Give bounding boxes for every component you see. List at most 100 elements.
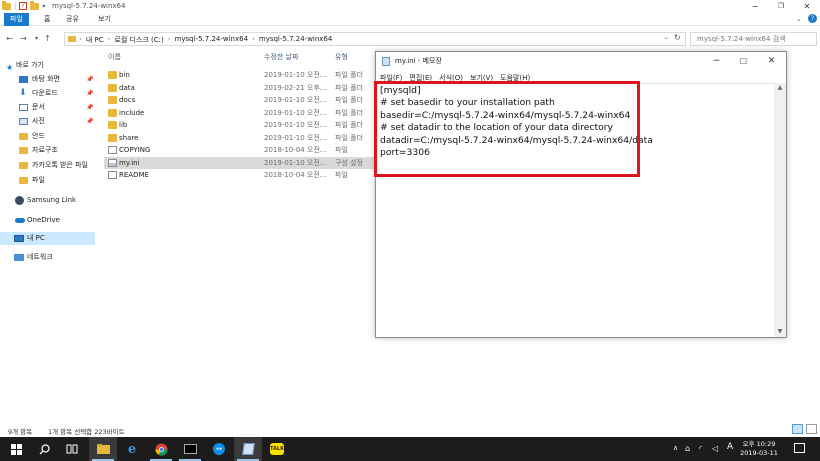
nav-item-desktop[interactable]: 바탕 화면 📌 — [0, 73, 95, 86]
file-row[interactable]: share 2019-01-10 오전... 파일 폴더 — [104, 132, 374, 144]
nav-item-samsung-link[interactable]: Samsung Link — [0, 194, 95, 207]
forward-button[interactable]: → — [18, 32, 29, 45]
file-row[interactable]: include 2019-01-10 오전... 파일 폴더 — [104, 107, 374, 119]
file-row[interactable]: data 2019-02-21 오후... 파일 폴더 — [104, 82, 374, 94]
nav-item-network[interactable]: 네트워크 — [0, 251, 95, 264]
notepad-close-button[interactable]: ✕ — [758, 52, 785, 71]
address-bar[interactable]: › 내 PC › 로컬 디스크 (C:) › mysql-5.7.24-winx… — [64, 32, 686, 46]
breadcrumb-pc[interactable]: 내 PC — [86, 35, 104, 45]
folder-icon — [108, 83, 117, 92]
file-date: 2019-01-10 오전... — [264, 108, 327, 117]
scroll-down-icon[interactable]: ▼ — [774, 327, 786, 337]
refresh-icon[interactable]: ↻ — [674, 33, 681, 42]
notepad-minimize-button[interactable]: − — [703, 52, 730, 71]
clock[interactable]: 오후 10:29 2019-03-11 — [737, 440, 781, 458]
nav-item-files[interactable]: 파일 — [0, 174, 95, 187]
file-row[interactable]: bin 2019-01-10 오전... 파일 폴더 — [104, 69, 374, 81]
notepad-icon — [382, 57, 390, 66]
column-header-date[interactable]: 수정한 날짜 — [264, 52, 298, 62]
nav-item-label: 네트워크 — [27, 253, 53, 261]
properties-icon[interactable]: ✓ — [19, 2, 28, 10]
column-header-name[interactable]: 이름 — [108, 52, 121, 62]
taskbar-teamviewer[interactable]: ↔ — [205, 437, 233, 461]
nav-item-kakaotalk-files[interactable]: 카카오톡 받은 파일 — [0, 159, 95, 172]
file-row[interactable]: docs 2019-01-10 오전... 파일 폴더 — [104, 94, 374, 106]
display-icon[interactable]: ⌂ — [685, 444, 690, 453]
taskbar-notepad[interactable] — [234, 437, 262, 461]
minimize-button[interactable]: − — [742, 0, 768, 13]
column-header-type[interactable]: 유형 — [335, 52, 348, 62]
close-button[interactable]: ✕ — [794, 0, 820, 13]
desktop-icon — [19, 76, 28, 83]
breadcrumb-drive[interactable]: 로컬 디스크 (C:) — [114, 35, 163, 45]
search-input[interactable]: mysql-5.7.24-winx64 검색 — [690, 32, 817, 46]
breadcrumb-folder-1[interactable]: mysql-5.7.24-winx64 — [175, 35, 248, 45]
search-button[interactable] — [30, 437, 58, 461]
folder-icon — [2, 0, 11, 10]
taskbar-edge[interactable]: e — [118, 437, 146, 461]
terminal-icon — [183, 444, 197, 454]
folder-icon — [108, 71, 117, 79]
taskbar-terminal[interactable] — [176, 437, 204, 461]
search-icon — [39, 443, 50, 454]
file-row[interactable]: COPYING 2018-10-04 오전... 파일 — [104, 144, 374, 156]
file-name: COPYING — [119, 146, 151, 154]
nav-item-data-structures[interactable]: 자료구조 — [0, 144, 95, 157]
help-icon[interactable]: ? — [808, 14, 817, 23]
nav-item-pictures[interactable]: 사진 📌 — [0, 115, 95, 128]
file-type: 파일 폴더 — [335, 121, 363, 129]
file-row[interactable]: my.ini 2019-01-10 오전... 구성 설정 — [104, 156, 374, 169]
show-hidden-icons-icon[interactable]: ∧ — [673, 444, 678, 452]
qat-dropdown-icon[interactable]: ▾ — [42, 3, 45, 10]
tab-home[interactable]: 홈 — [38, 13, 56, 26]
file-type: 파일 폴더 — [335, 133, 363, 142]
wifi-icon[interactable]: ◜ — [699, 444, 702, 453]
address-dropdown-icon[interactable]: ⌄ — [664, 34, 669, 41]
notepad-titlebar: my.ini - 메모장 − ☐ ✕ — [376, 52, 786, 71]
back-button[interactable]: ← — [4, 32, 15, 45]
breadcrumb: › 내 PC › 로컬 디스크 (C:) › mysql-5.7.24-winx… — [79, 35, 332, 45]
large-icons-view-icon[interactable] — [806, 424, 817, 434]
file-date: 2019-01-10 오전... — [264, 96, 327, 104]
volume-icon[interactable]: ◁ — [712, 444, 718, 453]
taskbar-kakaotalk[interactable]: TALK — [263, 437, 291, 461]
ribbon-expand-icon[interactable]: ⌄ — [796, 15, 802, 23]
file-row[interactable]: lib 2019-01-10 오전... 파일 폴더 — [104, 119, 374, 131]
nav-item-this-pc[interactable]: 내 PC — [0, 232, 95, 245]
scroll-up-icon[interactable]: ▲ — [774, 83, 786, 93]
nav-item-downloads[interactable]: ⬇ 다운로드 📌 — [0, 87, 95, 100]
nav-item-andro[interactable]: 안드 — [0, 130, 95, 143]
pin-icon: 📌 — [86, 118, 94, 125]
explorer-titlebar: | ✓ ▾ mysql-5.7.24-winx64 − ❐ ✕ — [0, 0, 820, 13]
ribbon-tabs: 파일 홈 공유 보기 ⌄ ? — [0, 13, 820, 26]
taskbar-chrome[interactable] — [147, 437, 175, 461]
new-folder-icon[interactable] — [30, 0, 40, 10]
task-view-button[interactable] — [58, 437, 86, 461]
recent-locations-icon[interactable]: ▾ — [31, 32, 42, 45]
file-row[interactable]: README 2018-10-04 오전... 파일 — [104, 169, 374, 181]
file-date: 2019-01-10 오전... — [264, 133, 327, 142]
notification-icon[interactable] — [794, 443, 805, 453]
up-button[interactable]: ↑ — [42, 32, 53, 45]
nav-item-quick-access[interactable]: ★ 바로 가기 — [0, 59, 95, 72]
folder-icon — [19, 147, 28, 154]
nav-item-documents[interactable]: 문서 📌 — [0, 101, 95, 114]
file-icon — [108, 171, 117, 179]
tab-view[interactable]: 보기 — [92, 13, 117, 26]
notepad-maximize-button[interactable]: ☐ — [730, 52, 757, 71]
file-date: 2018-10-04 오전... — [264, 146, 327, 154]
start-button[interactable] — [2, 437, 30, 461]
details-view-icon[interactable] — [792, 424, 803, 434]
file-type: 파일 폴더 — [335, 96, 363, 104]
nav-item-onedrive[interactable]: OneDrive — [0, 214, 95, 227]
breadcrumb-folder-2[interactable]: mysql-5.7.24-winx64 — [259, 35, 332, 45]
file-date: 2019-01-10 오전... — [264, 121, 327, 129]
tab-file[interactable]: 파일 — [4, 13, 29, 26]
file-type: 파일 폴더 — [335, 108, 363, 117]
notepad-vertical-scrollbar[interactable]: ▲ ▼ — [774, 83, 786, 337]
restore-button[interactable]: ❐ — [768, 0, 794, 13]
tab-share[interactable]: 공유 — [60, 13, 85, 26]
ime-indicator[interactable]: A — [727, 442, 733, 452]
taskbar-file-explorer[interactable] — [89, 437, 117, 461]
nav-item-label: Samsung Link — [27, 196, 77, 204]
